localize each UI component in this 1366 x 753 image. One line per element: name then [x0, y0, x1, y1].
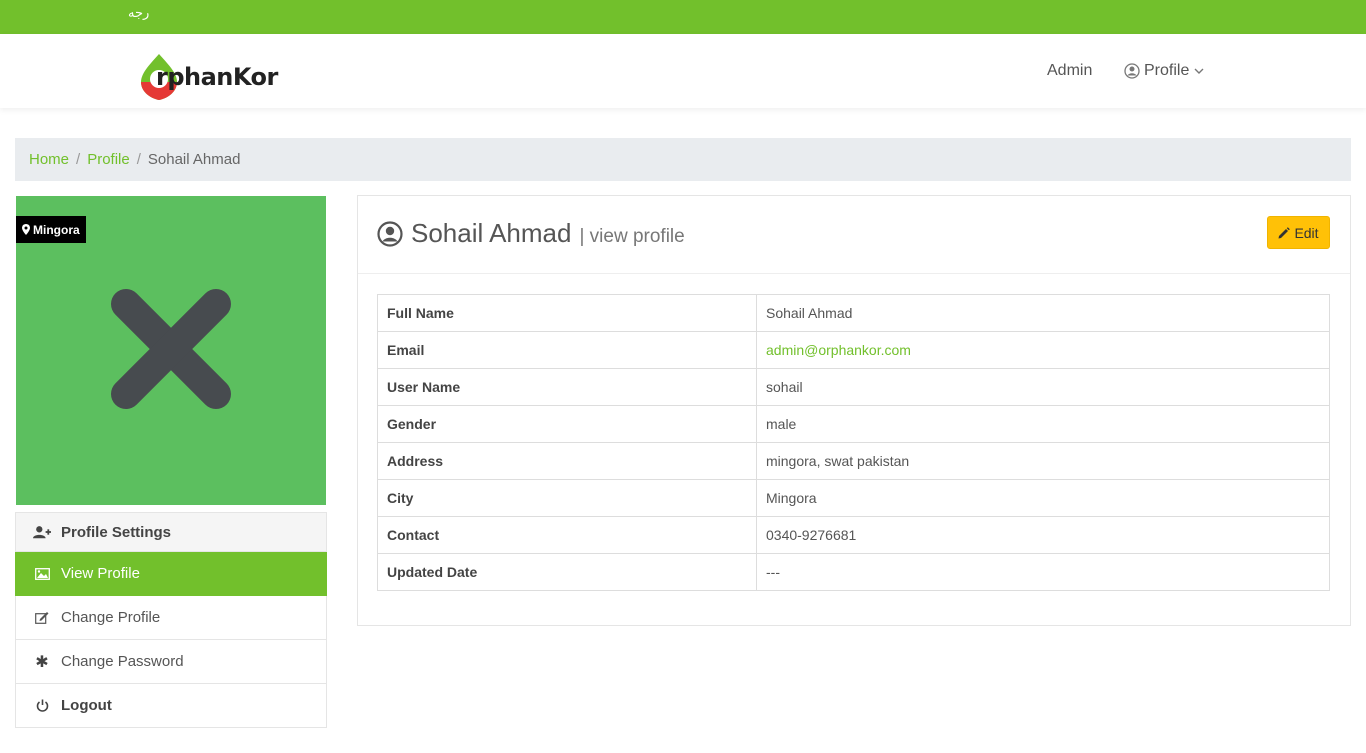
edit-button[interactable]: Edit: [1267, 216, 1330, 249]
image-icon: [33, 567, 51, 580]
menu-change-profile-label: Change Profile: [61, 609, 161, 626]
field-value: 0340-9276681: [756, 516, 1330, 554]
menu-change-profile[interactable]: Change Profile: [15, 596, 327, 640]
field-label: Address: [377, 442, 757, 480]
field-value: mingora, swat pakistan: [756, 442, 1330, 480]
profile-settings-header: Profile Settings: [15, 512, 327, 552]
user-circle-icon: [377, 220, 403, 247]
asterisk-icon: ✱: [35, 653, 49, 671]
nav-profile-dropdown[interactable]: Profile: [1124, 62, 1205, 80]
field-value: sohail: [756, 368, 1330, 406]
table-row: Full Name Sohail Ahmad: [377, 294, 1330, 332]
field-value: male: [756, 405, 1330, 443]
profile-sidebar-menu: Profile Settings View Profile Change Pro…: [15, 512, 327, 728]
table-row: Contact 0340-9276681: [377, 516, 1330, 554]
edit-icon: [33, 611, 51, 624]
breadcrumb-home[interactable]: Home: [29, 151, 69, 168]
location-text: Mingora: [33, 222, 80, 237]
menu-logout-label: Logout: [61, 697, 112, 714]
table-row: Updated Date ---: [377, 553, 1330, 591]
site-header: rphanKor Admin Profile: [0, 34, 1366, 108]
location-badge: Mingora: [16, 216, 86, 243]
table-row: City Mingora: [377, 479, 1330, 517]
field-value: ---: [756, 553, 1330, 591]
breadcrumb: Home / Profile / Sohail Ahmad: [15, 138, 1351, 181]
user-circle-icon: [1124, 63, 1140, 79]
menu-logout[interactable]: Logout: [15, 684, 327, 728]
field-label: Updated Date: [377, 553, 757, 591]
field-label: User Name: [377, 368, 757, 406]
menu-view-profile[interactable]: View Profile: [15, 552, 327, 596]
page-title: Sohail Ahmad | view profile: [377, 218, 685, 249]
field-label: Email: [377, 331, 757, 369]
menu-view-profile-label: View Profile: [61, 565, 140, 582]
broken-image-x-icon: [111, 289, 231, 409]
breadcrumb-separator: /: [76, 151, 81, 168]
table-row: Gender male: [377, 405, 1330, 443]
top-bar: ﺭﺟﻪ: [0, 0, 1366, 34]
power-icon: [33, 699, 51, 712]
user-plus-icon: [33, 525, 51, 539]
language-switch-link[interactable]: ﺭﺟﻪ: [128, 6, 149, 21]
breadcrumb-profile[interactable]: Profile: [87, 151, 130, 168]
field-label: Gender: [377, 405, 757, 443]
email-link[interactable]: admin@orphankor.com: [756, 331, 1330, 369]
breadcrumb-current: Sohail Ahmad: [147, 151, 241, 168]
field-value: Sohail Ahmad: [756, 294, 1330, 332]
nav-profile-label: Profile: [1144, 62, 1190, 79]
nav-admin-link[interactable]: Admin: [1047, 62, 1092, 80]
chevron-down-icon: [1194, 68, 1204, 74]
table-row: Address mingora, swat pakistan: [377, 442, 1330, 480]
profile-panel: Sohail Ahmad | view profile Edit Full Na…: [357, 195, 1351, 626]
logo-wordmark: rphanKor: [156, 63, 278, 91]
table-row: User Name sohail: [377, 368, 1330, 406]
field-label: City: [377, 479, 757, 517]
profile-settings-label: Profile Settings: [61, 523, 172, 541]
profile-panel-header: Sohail Ahmad | view profile Edit: [358, 196, 1350, 274]
profile-name-heading: Sohail Ahmad: [411, 218, 572, 248]
pencil-icon: [1278, 226, 1291, 238]
edit-button-label: Edit: [1294, 224, 1319, 241]
menu-change-password-label: Change Password: [61, 653, 184, 670]
menu-change-password[interactable]: ✱ Change Password: [15, 640, 327, 684]
profile-info-table: Full Name Sohail Ahmad Email admin@orpha…: [377, 294, 1330, 591]
breadcrumb-separator: /: [136, 151, 141, 168]
field-label: Full Name: [377, 294, 757, 332]
table-row: Email admin@orphankor.com: [377, 331, 1330, 369]
field-label: Contact: [377, 516, 757, 554]
field-value: Mingora: [756, 479, 1330, 517]
map-marker-icon: [22, 224, 30, 235]
profile-subtitle: | view profile: [579, 226, 685, 247]
